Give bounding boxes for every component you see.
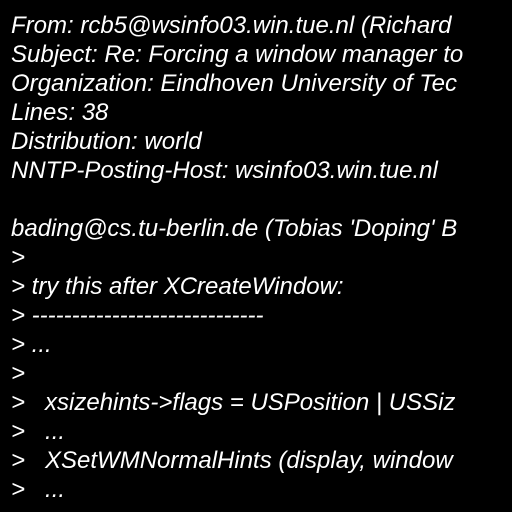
body-line: >: [11, 360, 26, 387]
body-line: > xsizehints->flags = USPosition | USSiz: [11, 389, 456, 416]
body-line: bading@cs.tu-berlin.de (Tobias 'Doping' …: [11, 215, 458, 242]
body-line: >: [11, 244, 26, 271]
header-nntp-posting-host: NNTP-Posting-Host: wsinfo03.win.tue.nl: [11, 157, 438, 184]
header-subject: Subject: Re: Forcing a window manager to: [11, 41, 464, 68]
header-from: From: rcb5@wsinfo03.win.tue.nl (Richard: [11, 12, 452, 39]
body-line: > ...: [11, 331, 52, 358]
message-view: From: rcb5@wsinfo03.win.tue.nl (Richard …: [0, 0, 512, 512]
header-distribution: Distribution: world: [11, 128, 202, 155]
body-line: > try this after XCreateWindow:: [11, 273, 344, 300]
body-line: > ...: [11, 476, 66, 503]
body-line: > ...: [11, 418, 66, 445]
header-organization: Organization: Eindhoven University of Te…: [11, 70, 458, 97]
header-lines: Lines: 38: [11, 99, 109, 126]
body-line: > XSetWMNormalHints (display, window: [11, 447, 453, 474]
body-line: > -----------------------------: [11, 302, 264, 329]
